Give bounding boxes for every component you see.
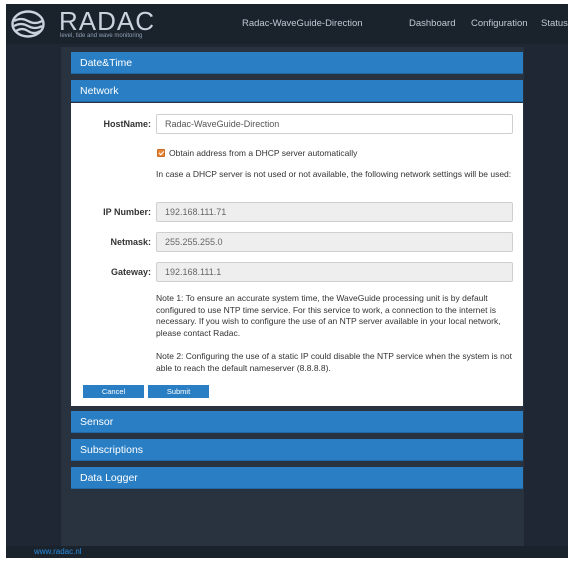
dhcp-option[interactable]: Obtain address from a DHCP server automa…: [157, 148, 357, 158]
panel-subscriptions-header[interactable]: Subscriptions: [71, 439, 523, 461]
static-ip-note: Note 2: Configuring the use of a static …: [156, 351, 512, 373]
panel-datalogger-header[interactable]: Data Logger: [71, 467, 523, 489]
brand-logo[interactable]: RADAC level, tide and wave monitoring: [11, 6, 161, 42]
cancel-button[interactable]: Cancel: [83, 385, 144, 398]
dhcp-label: Obtain address from a DHCP server automa…: [169, 148, 358, 158]
gateway-label: Gateway:: [110, 267, 151, 277]
dhcp-checkbox[interactable]: [157, 149, 165, 157]
netmask-input[interactable]: [156, 232, 513, 252]
fallback-note: In case a DHCP server is not used or not…: [156, 169, 512, 179]
network-form: HostName: Obtain address from a DHCP ser…: [71, 103, 523, 406]
ntp-note: Note 1: To ensure an accurate system tim…: [156, 293, 501, 338]
footer-bar: www.radac.nl: [6, 546, 568, 558]
main-content: Date&Time Network HostName: Obtain addre…: [61, 47, 524, 547]
nav-dashboard[interactable]: Dashboard: [409, 18, 455, 29]
submit-button[interactable]: Submit: [148, 385, 209, 398]
device-title: Radac-WaveGuide-Direction: [242, 18, 363, 29]
hostname-label: HostName:: [103, 119, 151, 129]
nav-configuration[interactable]: Configuration: [471, 18, 528, 29]
panel-datetime-header[interactable]: Date&Time: [71, 52, 523, 74]
website-link[interactable]: www.radac.nl: [34, 547, 82, 556]
netmask-label: Netmask:: [110, 237, 151, 247]
top-navbar: RADAC level, tide and wave monitoring Ra…: [6, 4, 568, 44]
gateway-input[interactable]: [156, 262, 513, 282]
panel-network-header[interactable]: Network: [71, 80, 523, 102]
nav-status[interactable]: Status: [541, 18, 568, 29]
app-window: RADAC level, tide and wave monitoring Ra…: [6, 4, 568, 558]
ip-label: IP Number:: [103, 207, 151, 217]
brand-tagline: level, tide and wave monitoring: [60, 33, 143, 39]
radac-logo-icon: [11, 10, 45, 38]
hostname-input[interactable]: [156, 114, 513, 134]
ip-input[interactable]: [156, 202, 513, 222]
panel-sensor-header[interactable]: Sensor: [71, 411, 523, 433]
